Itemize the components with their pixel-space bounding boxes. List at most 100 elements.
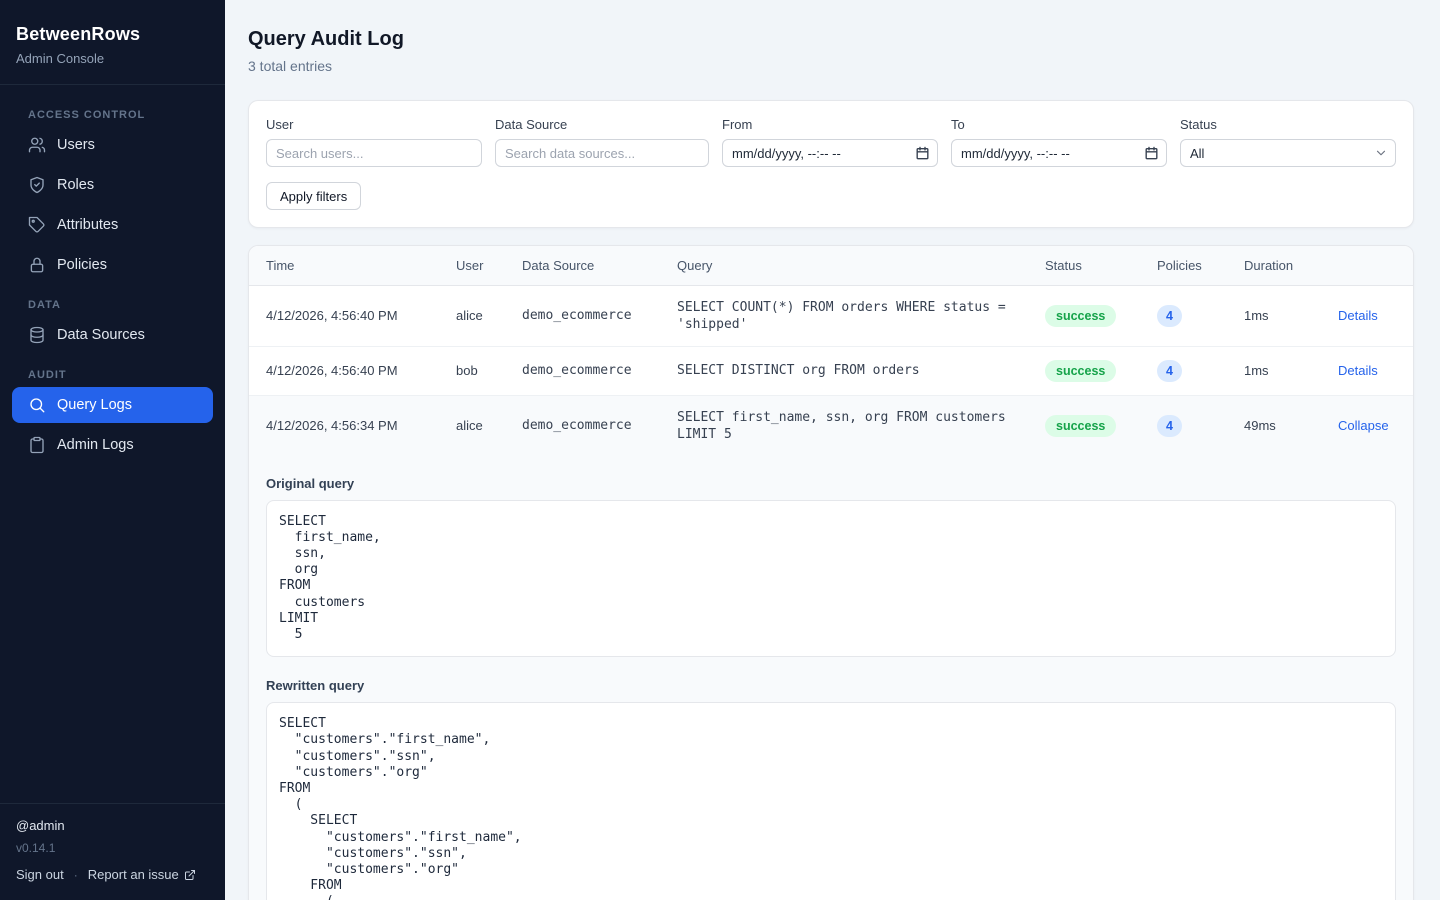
col-header-policies: Policies <box>1140 246 1227 285</box>
sidebar-item-users[interactable]: Users <box>12 127 213 163</box>
cell-action: Details <box>1321 285 1413 346</box>
data-source-filter-label: Data Source <box>495 117 709 132</box>
table-header-row: Time User Data Source Query Status Polic… <box>249 246 1413 285</box>
brand-title: BetweenRows <box>16 24 209 45</box>
details-link[interactable]: Details <box>1338 363 1378 378</box>
main-content: Query Audit Log 3 total entries User Dat… <box>225 0 1440 900</box>
col-header-data-source: Data Source <box>505 246 660 285</box>
rewritten-query-label: Rewritten query <box>266 678 1396 693</box>
lock-icon <box>28 256 46 274</box>
nav-section-audit: Audit Query Logs Admin Logs <box>12 369 213 463</box>
cell-time: 4/12/2026, 4:56:40 PM <box>249 346 439 395</box>
status-badge: success <box>1045 305 1116 327</box>
cell-query: SELECT COUNT(*) FROM orders WHERE status… <box>660 285 1028 346</box>
sidebar-item-policies[interactable]: Policies <box>12 247 213 283</box>
policies-badge: 4 <box>1157 360 1182 382</box>
collapse-link[interactable]: Collapse <box>1338 418 1389 433</box>
total-entries: 3 total entries <box>248 58 1414 74</box>
sidebar-item-roles[interactable]: Roles <box>12 167 213 203</box>
cell-data-source: demo_ecommerce <box>505 346 660 395</box>
col-header-user: User <box>439 246 505 285</box>
cell-status: success <box>1028 346 1140 395</box>
sidebar-item-query-logs[interactable]: Query Logs <box>12 387 213 423</box>
cell-duration: 1ms <box>1227 346 1321 395</box>
brand-subtitle: Admin Console <box>16 51 209 66</box>
users-icon <box>28 136 46 154</box>
user-search-input[interactable] <box>266 139 482 167</box>
status-badge: success <box>1045 415 1116 437</box>
sign-out-link[interactable]: Sign out <box>16 867 64 882</box>
tag-icon <box>28 216 46 234</box>
col-header-duration: Duration <box>1227 246 1321 285</box>
original-query-block: Original query SELECT first_name, ssn, o… <box>266 476 1396 658</box>
sidebar-item-label: Policies <box>57 257 107 273</box>
nav-section-label: Data <box>12 299 213 311</box>
cell-policies: 4 <box>1140 285 1227 346</box>
cell-time: 4/12/2026, 4:56:34 PM <box>249 395 439 456</box>
status-select[interactable]: All <box>1180 139 1396 167</box>
sidebar-item-attributes[interactable]: Attributes <box>12 207 213 243</box>
cell-duration: 1ms <box>1227 285 1321 346</box>
cell-user: alice <box>439 395 505 456</box>
cell-data-source: demo_ecommerce <box>505 395 660 456</box>
cell-action: Details <box>1321 346 1413 395</box>
app-version: v0.14.1 <box>16 841 209 855</box>
nav-section-label: Access Control <box>12 109 213 121</box>
from-filter-label: From <box>722 117 938 132</box>
filters-panel: User Data Source From <box>248 100 1414 228</box>
rewritten-query-block: Rewritten query SELECT "customers"."firs… <box>266 678 1396 900</box>
table-row: 4/12/2026, 4:56:40 PM bob demo_ecommerce… <box>249 346 1413 395</box>
cell-status: success <box>1028 285 1140 346</box>
cell-user: alice <box>439 285 505 346</box>
policies-badge: 4 <box>1157 415 1182 437</box>
cell-time: 4/12/2026, 4:56:40 PM <box>249 285 439 346</box>
cell-data-source: demo_ecommerce <box>505 285 660 346</box>
status-filter-label: Status <box>1180 117 1396 132</box>
col-header-actions <box>1321 246 1413 285</box>
search-icon <box>28 396 46 414</box>
filters-row: User Data Source From <box>266 117 1396 167</box>
nav-section-label: Audit <box>12 369 213 381</box>
filter-status: Status All <box>1180 117 1396 167</box>
brand-block: BetweenRows Admin Console <box>0 0 225 84</box>
cell-action: Collapse <box>1321 395 1413 456</box>
clipboard-icon <box>28 436 46 454</box>
page-title: Query Audit Log <box>248 28 1414 51</box>
original-query-code: SELECT first_name, ssn, org FROM custome… <box>279 514 1383 644</box>
sidebar-item-label: Admin Logs <box>57 437 134 453</box>
to-datetime-input[interactable] <box>951 139 1167 167</box>
sidebar-footer: @admin v0.14.1 Sign out · Report an issu… <box>0 804 225 900</box>
data-source-search-input[interactable] <box>495 139 709 167</box>
to-filter-label: To <box>951 117 1167 132</box>
report-issue-link[interactable]: Report an issue <box>88 867 196 882</box>
table-row-expanded: 4/12/2026, 4:56:34 PM alice demo_ecommer… <box>249 395 1413 456</box>
filter-from: From <box>722 117 938 167</box>
cell-policies: 4 <box>1140 346 1227 395</box>
nav-section-data: Data Data Sources <box>12 299 213 353</box>
sidebar-item-label: Roles <box>57 177 94 193</box>
sidebar-item-data-sources[interactable]: Data Sources <box>12 317 213 353</box>
rewritten-query-code-box: SELECT "customers"."first_name", "custom… <box>266 702 1396 900</box>
col-header-status: Status <box>1028 246 1140 285</box>
sidebar-item-admin-logs[interactable]: Admin Logs <box>12 427 213 463</box>
sidebar-item-label: Users <box>57 137 95 153</box>
external-link-icon <box>184 869 196 881</box>
sidebar: BetweenRows Admin Console Access Control… <box>0 0 225 900</box>
original-query-code-box: SELECT first_name, ssn, org FROM custome… <box>266 500 1396 658</box>
original-query-label: Original query <box>266 476 1396 491</box>
cell-user: bob <box>439 346 505 395</box>
col-header-query: Query <box>660 246 1028 285</box>
sidebar-nav: Access Control Users Roles Attributes <box>0 85 225 803</box>
nav-section-access-control: Access Control Users Roles Attributes <box>12 109 213 283</box>
audit-log-table-card: Time User Data Source Query Status Polic… <box>248 245 1414 900</box>
cell-status: success <box>1028 395 1140 456</box>
apply-filters-button[interactable]: Apply filters <box>266 182 361 210</box>
from-datetime-input[interactable] <box>722 139 938 167</box>
status-badge: success <box>1045 360 1116 382</box>
expanded-query-detail: Original query SELECT first_name, ssn, o… <box>249 456 1413 900</box>
policies-badge: 4 <box>1157 305 1182 327</box>
details-link[interactable]: Details <box>1338 308 1378 323</box>
current-user: @admin <box>16 818 209 833</box>
footer-links: Sign out · Report an issue <box>16 867 209 882</box>
report-issue-label: Report an issue <box>88 867 179 882</box>
